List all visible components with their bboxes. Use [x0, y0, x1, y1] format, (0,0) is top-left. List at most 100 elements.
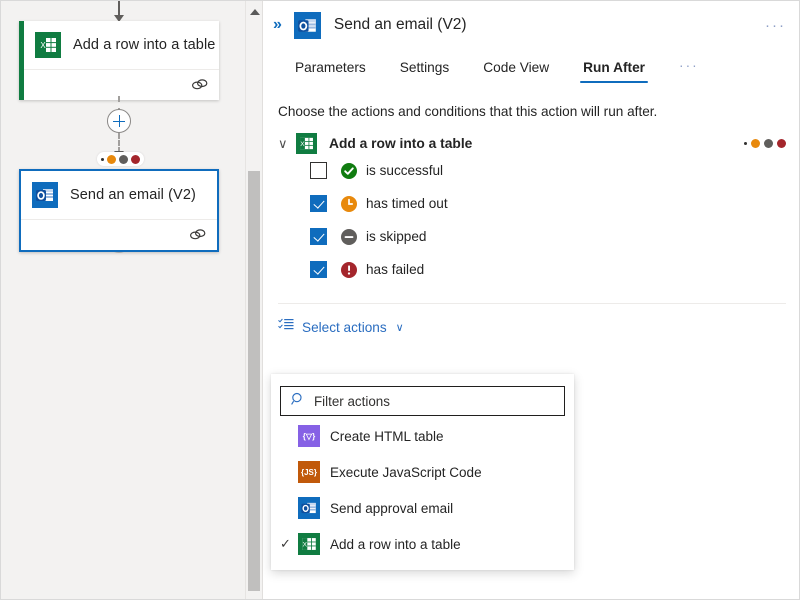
panel-tabs: Parameters Settings Code View Run After … — [264, 49, 800, 83]
status-dot-skipped — [119, 155, 128, 164]
status-icon-succeeded — [341, 163, 357, 179]
run-after-group-status — [744, 139, 786, 148]
svg-text:X: X — [40, 41, 46, 50]
flyout-option-add-a-row-into-a-table[interactable]: ✓ X Add a row into a table — [271, 526, 574, 562]
flyout-option-execute-javascript-code[interactable]: {JS} Execute JavaScript Code — [271, 454, 574, 490]
flow-designer-window: X Add a row into a table — [0, 0, 800, 600]
status-dot-timedout — [107, 155, 116, 164]
condition-row-has-timed-out[interactable]: has timed out — [296, 187, 800, 220]
flow-node-title: Send an email (V2) — [70, 187, 196, 203]
panel-title: Send an email (V2) — [334, 16, 467, 34]
status-dot-failed — [777, 139, 786, 148]
tab-run-after[interactable]: Run After — [566, 60, 662, 83]
checkbox-has-timed-out[interactable] — [310, 195, 327, 212]
tab-parameters[interactable]: Parameters — [278, 60, 383, 83]
status-dot-skipped — [764, 139, 773, 148]
status-icon-timedout-svg — [341, 196, 357, 212]
outlook-icon-svg — [294, 12, 321, 39]
run-after-group-header[interactable]: ∨ X Add a row into a table — [264, 119, 800, 154]
panel-overflow-menu[interactable]: ··· — [765, 17, 786, 34]
flyout-option-create-html-table[interactable]: {▽} Create HTML table — [271, 418, 574, 454]
checkbox-is-successful[interactable] — [310, 162, 327, 179]
flow-node-send-an-email-v2[interactable]: Send an email (V2) — [19, 169, 219, 252]
link-icon[interactable] — [189, 227, 206, 247]
select-actions-button[interactable]: Select actions ∨ — [264, 304, 800, 337]
html-table-icon-glyph: {▽} — [298, 425, 320, 447]
excel-icon: X — [296, 133, 317, 154]
javascript-icon-glyph: {JS} — [298, 461, 320, 483]
add-step-button[interactable] — [107, 109, 131, 133]
scroll-up-arrow-icon[interactable] — [250, 9, 260, 15]
outlook-icon-svg — [32, 182, 58, 208]
condition-row-has-failed[interactable]: has failed — [296, 253, 800, 286]
filter-actions-field[interactable] — [280, 386, 565, 416]
status-dot-default — [101, 158, 104, 161]
chevron-down-icon[interactable]: ∨ — [278, 136, 296, 152]
condition-label: has failed — [366, 262, 424, 277]
outlook-icon-svg — [298, 497, 320, 519]
checkbox-has-failed[interactable] — [310, 261, 327, 278]
status-dot-timedout — [751, 139, 760, 148]
checklist-icon — [278, 318, 294, 337]
tab-code-view[interactable]: Code View — [466, 60, 566, 83]
outlook-icon — [298, 497, 320, 519]
excel-icon-svg: X — [296, 133, 317, 154]
flow-node-header: Send an email (V2) — [21, 171, 217, 219]
excel-icon-svg: X — [35, 32, 61, 58]
status-icon-succeeded-svg — [341, 163, 357, 179]
condition-label: is skipped — [366, 229, 426, 244]
condition-row-is-skipped[interactable]: is skipped — [296, 220, 800, 253]
run-after-group-title: Add a row into a table — [329, 136, 472, 151]
condition-label: is successful — [366, 163, 443, 178]
search-icon-svg — [291, 392, 305, 406]
filter-actions-input[interactable] — [314, 394, 529, 409]
flyout-option-send-approval-email[interactable]: Send approval email — [271, 490, 574, 526]
option-check-mark: ✓ — [280, 536, 298, 552]
select-actions-label: Select actions — [302, 320, 387, 335]
flow-node-header: X Add a row into a table — [24, 21, 219, 69]
scrollbar-thumb[interactable] — [248, 171, 260, 591]
html-table-icon: {▽} — [298, 425, 320, 447]
run-after-description: Choose the actions and conditions that t… — [264, 83, 800, 119]
flow-node-footer — [21, 219, 217, 250]
canvas-runafter-status[interactable] — [97, 152, 144, 166]
search-icon — [291, 392, 305, 411]
flow-node-add-a-row-into-a-table[interactable]: X Add a row into a table — [19, 21, 219, 100]
select-actions-flyout: {▽} Create HTML table {JS} Execute JavaS… — [271, 374, 574, 570]
condition-label: has timed out — [366, 196, 448, 211]
connector-arrow-top — [118, 1, 120, 17]
link-icon-svg — [191, 77, 208, 92]
excel-icon-svg: X — [298, 533, 320, 555]
checkbox-is-skipped[interactable] — [310, 228, 327, 245]
status-dot-default — [744, 142, 747, 145]
status-icon-timedout — [341, 196, 357, 212]
link-icon-svg — [189, 227, 206, 242]
status-icon-skipped — [341, 229, 357, 245]
connector-dashed-lower — [118, 133, 120, 153]
link-icon[interactable] — [191, 77, 208, 97]
outlook-icon — [32, 182, 58, 208]
svg-text:X: X — [303, 542, 308, 549]
svg-text:X: X — [300, 141, 305, 148]
flow-canvas[interactable]: X Add a row into a table — [1, 1, 263, 599]
status-icon-skipped-svg — [341, 229, 357, 245]
flyout-option-label: Create HTML table — [330, 429, 444, 444]
canvas-scrollbar[interactable] — [245, 1, 262, 599]
tab-settings[interactable]: Settings — [383, 60, 466, 83]
tab-overflow[interactable]: ··· — [662, 58, 716, 83]
excel-icon: X — [35, 32, 61, 58]
flow-node-title: Add a row into a table — [73, 37, 215, 53]
status-icon-failed-svg — [341, 262, 357, 278]
flyout-option-label: Add a row into a table — [330, 537, 461, 552]
flyout-option-label: Send approval email — [330, 501, 453, 516]
panel-header: » Send an email (V2) ··· — [264, 1, 800, 49]
condition-row-is-successful[interactable]: is successful — [296, 154, 800, 187]
excel-icon: X — [298, 533, 320, 555]
javascript-icon: {JS} — [298, 461, 320, 483]
checklist-icon-svg — [278, 318, 294, 332]
collapse-panel-icon[interactable]: » — [273, 16, 294, 34]
status-icon-failed — [341, 262, 357, 278]
status-dot-failed — [131, 155, 140, 164]
flyout-option-label: Execute JavaScript Code — [330, 465, 482, 480]
chevron-down-icon[interactable]: ∨ — [396, 321, 404, 334]
